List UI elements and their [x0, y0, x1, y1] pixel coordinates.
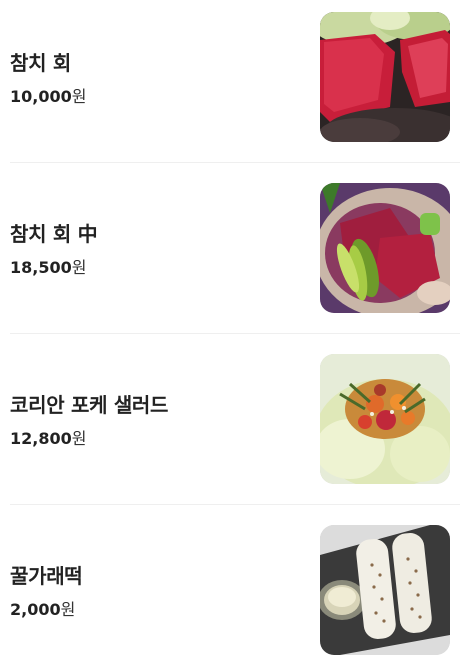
price-unit: 원 — [71, 87, 87, 106]
menu-list: 참치 회 10,000원 참치 회 中 18,500원 코리안 포케 샐러드 1… — [0, 0, 464, 666]
menu-item-photo — [320, 525, 450, 655]
menu-item-name: 참치 회 中 — [10, 222, 98, 246]
tuna-sashimi-image — [320, 12, 450, 142]
price-value: 18,500 — [10, 258, 72, 277]
honey-garaetteok-image — [320, 525, 450, 655]
menu-item-price: 12,800원 — [10, 425, 86, 449]
menu-item-name: 코리안 포케 샐러드 — [10, 393, 169, 417]
price-unit: 원 — [60, 600, 76, 619]
menu-item-tuna-sashimi-medium[interactable]: 참치 회 中 18,500원 — [0, 178, 464, 328]
menu-item-photo — [320, 354, 450, 484]
divider — [10, 162, 460, 163]
price-unit: 원 — [71, 429, 87, 448]
korean-poke-salad-image — [320, 354, 450, 484]
menu-item-name: 참치 회 — [10, 51, 71, 75]
divider — [10, 333, 460, 334]
menu-item-honey-garaetteok[interactable]: 꿀가래떡 2,000원 — [0, 520, 464, 670]
price-value: 2,000 — [10, 600, 61, 619]
menu-item-tuna-sashimi[interactable]: 참치 회 10,000원 — [0, 7, 464, 157]
menu-item-photo — [320, 12, 450, 142]
price-value: 10,000 — [10, 87, 72, 106]
menu-item-price: 10,000원 — [10, 83, 86, 107]
divider — [10, 504, 460, 505]
price-unit: 원 — [71, 258, 87, 277]
menu-item-photo — [320, 183, 450, 313]
tuna-sashimi-medium-image — [320, 183, 450, 313]
menu-item-price: 2,000원 — [10, 596, 75, 620]
menu-item-name: 꿀가래떡 — [10, 564, 83, 588]
price-value: 12,800 — [10, 429, 72, 448]
menu-item-price: 18,500원 — [10, 254, 86, 278]
menu-item-korean-poke-salad[interactable]: 코리안 포케 샐러드 12,800원 — [0, 349, 464, 499]
